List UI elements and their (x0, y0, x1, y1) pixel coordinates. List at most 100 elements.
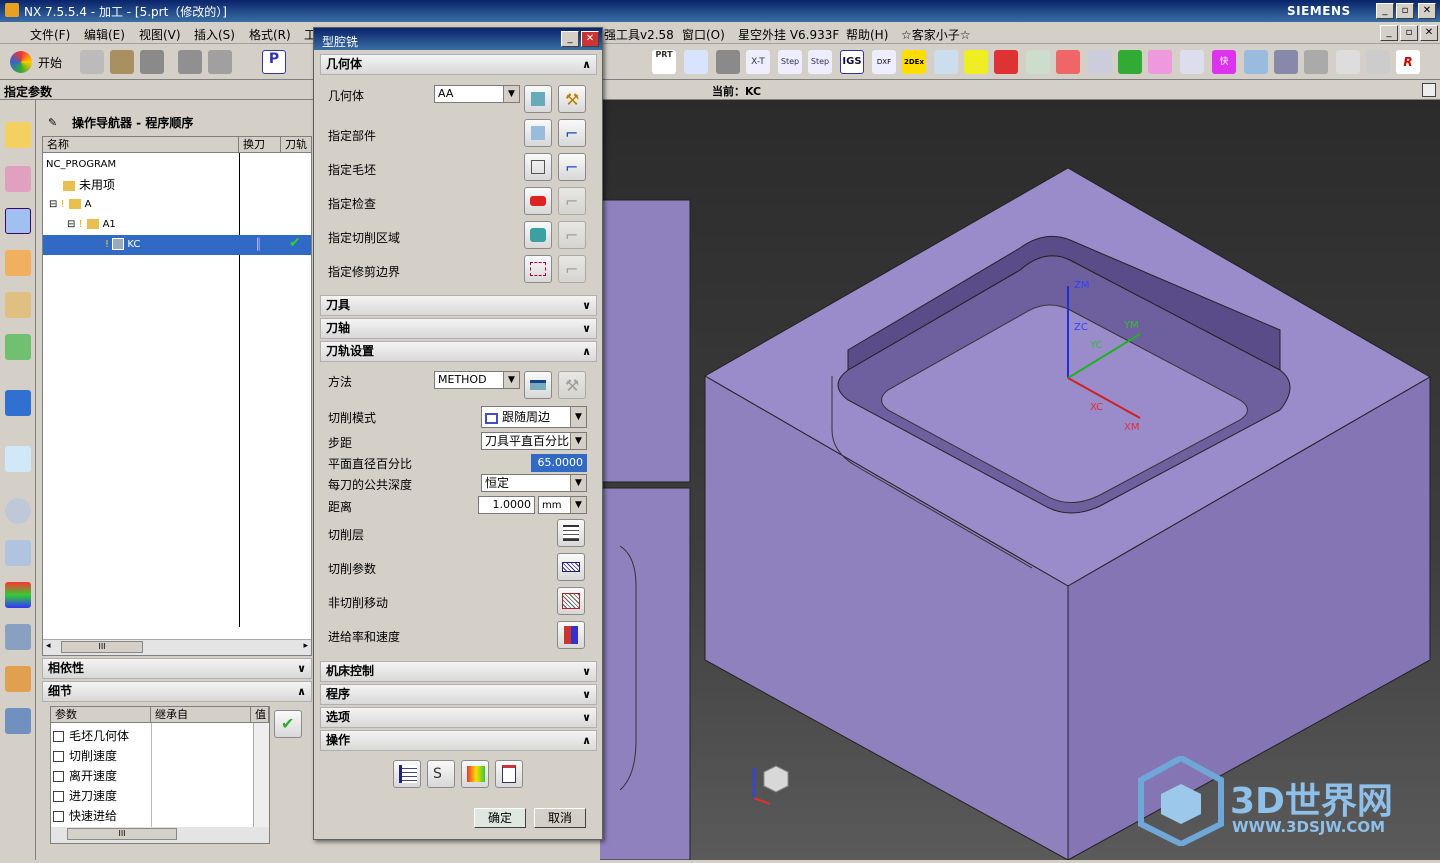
chart-icon[interactable] (1274, 50, 1298, 74)
maximize-button[interactable]: ▫ (1396, 3, 1414, 19)
history-clock-icon[interactable] (5, 498, 31, 524)
distance-unit-select[interactable]: mm ▼ (538, 496, 587, 514)
new-geometry-button[interactable] (524, 85, 552, 113)
scroll-thumb[interactable]: III (67, 828, 177, 840)
display-check-button[interactable]: ⌐ (558, 187, 586, 215)
cancel-button[interactable]: 取消 (534, 808, 586, 828)
r-tool-icon[interactable]: R (1396, 50, 1420, 74)
tools-icon[interactable] (5, 624, 31, 650)
col-inherit[interactable]: 继承自 (151, 707, 251, 723)
part-nav-icon[interactable] (5, 166, 31, 192)
edit-geometry-button[interactable]: ⚒ (558, 85, 586, 113)
quick-hide-icon[interactable]: 快 (1212, 50, 1236, 74)
web-browser-icon[interactable] (5, 390, 31, 416)
layer-icon[interactable] (1088, 50, 1112, 74)
display-part-button[interactable]: ⌐ (558, 119, 586, 147)
checkbox[interactable] (53, 791, 64, 802)
step2-icon[interactable]: Step (808, 50, 832, 74)
dialog-title-bar[interactable]: 型腔铣 (314, 28, 602, 50)
ok-button[interactable]: 确定 (474, 808, 526, 828)
roles-icon[interactable] (5, 666, 31, 692)
fit-view-icon[interactable] (1422, 83, 1436, 97)
method-select[interactable]: METHOD ▼ (434, 371, 520, 389)
export-icon[interactable] (934, 50, 958, 74)
machine-nav-icon[interactable] (5, 250, 31, 276)
section-actions[interactable]: 操作 ∧ (320, 730, 597, 751)
menu-help[interactable]: 帮助(H) (846, 26, 888, 43)
menu-plugin[interactable]: 星空外挂 V6.933F (738, 26, 839, 43)
menu-custom[interactable]: ☆客家小子☆ (901, 26, 971, 43)
scroll-left-icon[interactable]: ◂ (46, 641, 51, 651)
section-tool[interactable]: 刀具 ∨ (320, 295, 597, 316)
tool-icon[interactable] (178, 50, 202, 74)
col-name[interactable]: 名称 (43, 137, 239, 153)
dialog-minimize-button[interactable]: _ (561, 31, 579, 47)
save-icon[interactable] (140, 50, 164, 74)
doc-restore-button[interactable]: ▫ (1400, 25, 1418, 41)
checkbox[interactable] (53, 771, 64, 782)
feeds-speeds-button[interactable] (557, 621, 585, 649)
section-machine-control[interactable]: 机床控制 ∨ (320, 661, 597, 682)
checkbox[interactable] (53, 811, 64, 822)
specify-cut-area-button[interactable] (524, 221, 552, 249)
library-icon[interactable] (5, 334, 31, 360)
new-file-icon[interactable] (80, 50, 104, 74)
non-cut-moves-button[interactable] (557, 587, 585, 615)
endmill-icon[interactable] (1366, 50, 1390, 74)
step-icon[interactable]: Step (778, 50, 802, 74)
tree-node-nc-program[interactable]: NC_PROGRAM (46, 155, 116, 175)
col-param[interactable]: 参数 (51, 707, 151, 723)
specify-part-button[interactable] (524, 119, 552, 147)
menu-insert[interactable]: 插入(S) (194, 26, 235, 43)
menu-file[interactable]: 文件(F) (30, 26, 70, 43)
green-cube-icon[interactable] (1118, 50, 1142, 74)
assembly-nav-icon[interactable] (5, 122, 31, 148)
xt-icon[interactable]: X-T (746, 50, 770, 74)
red-shape-icon[interactable] (994, 50, 1018, 74)
depth-select[interactable]: 恒定 ▼ (481, 474, 587, 492)
details-hscrollbar[interactable]: III (51, 827, 269, 843)
printer-icon[interactable] (1304, 50, 1328, 74)
start-button[interactable]: 开始 (38, 54, 62, 71)
cut-params-button[interactable] (557, 553, 585, 581)
param-row[interactable]: 快速进给 (53, 807, 117, 824)
details-vscrollbar[interactable] (253, 723, 269, 827)
plane-icon[interactable] (1026, 50, 1050, 74)
tree-node-unused[interactable]: 未用项 (63, 175, 115, 195)
doc-minimize-button[interactable]: _ (1380, 25, 1398, 41)
menu-format[interactable]: 格式(R) (249, 26, 291, 43)
collapse-icon[interactable]: ⊟ (67, 219, 75, 230)
dependency-section[interactable]: 相依性 ∨ (42, 658, 312, 679)
2dex-icon[interactable]: 2DEx (902, 50, 926, 74)
menu-window[interactable]: 窗口(O) (682, 26, 725, 43)
start-icon[interactable] (10, 51, 32, 73)
checkbox[interactable] (53, 751, 64, 762)
pink-cube-icon[interactable] (1148, 50, 1172, 74)
menu-edit[interactable]: 编辑(E) (84, 26, 125, 43)
display-blank-button[interactable]: ⌐ (558, 153, 586, 181)
replay-button[interactable]: S (427, 760, 455, 788)
stepover-select[interactable]: 刀具平直百分比 ▼ (481, 432, 587, 450)
specify-trim-button[interactable] (524, 255, 552, 283)
checkbox[interactable] (53, 731, 64, 742)
close-button[interactable]: ✕ (1418, 3, 1436, 19)
list-output-button[interactable] (495, 760, 523, 788)
minimize-button[interactable]: _ (1376, 3, 1394, 19)
tree-node-a[interactable]: ⊟ ! A (49, 195, 91, 215)
percent-input[interactable]: 65.0000 (531, 454, 587, 472)
section-geometry[interactable]: 几何体 ∧ (320, 54, 597, 75)
palette-icon[interactable] (5, 582, 31, 608)
dialog-close-button[interactable]: ✕ (581, 31, 599, 47)
section-path-settings[interactable]: 刀轨设置 ∧ (320, 341, 597, 362)
col-tool-change[interactable]: 换刀 (239, 137, 281, 153)
cut-mode-select[interactable]: 跟随周边 ▼ (481, 406, 587, 428)
menu-view[interactable]: 视图(V) (139, 26, 181, 43)
drill-icon[interactable] (1336, 50, 1360, 74)
param-row[interactable]: 切削速度 (53, 747, 117, 764)
section-options[interactable]: 选项 ∨ (320, 707, 597, 728)
distance-input[interactable]: 1.0000 (478, 496, 535, 514)
navigator-pin-icon[interactable]: ✎ (48, 116, 57, 129)
cut-levels-button[interactable] (557, 519, 585, 547)
specify-check-button[interactable] (524, 187, 552, 215)
geometry-select[interactable]: AA ▼ (434, 85, 520, 103)
